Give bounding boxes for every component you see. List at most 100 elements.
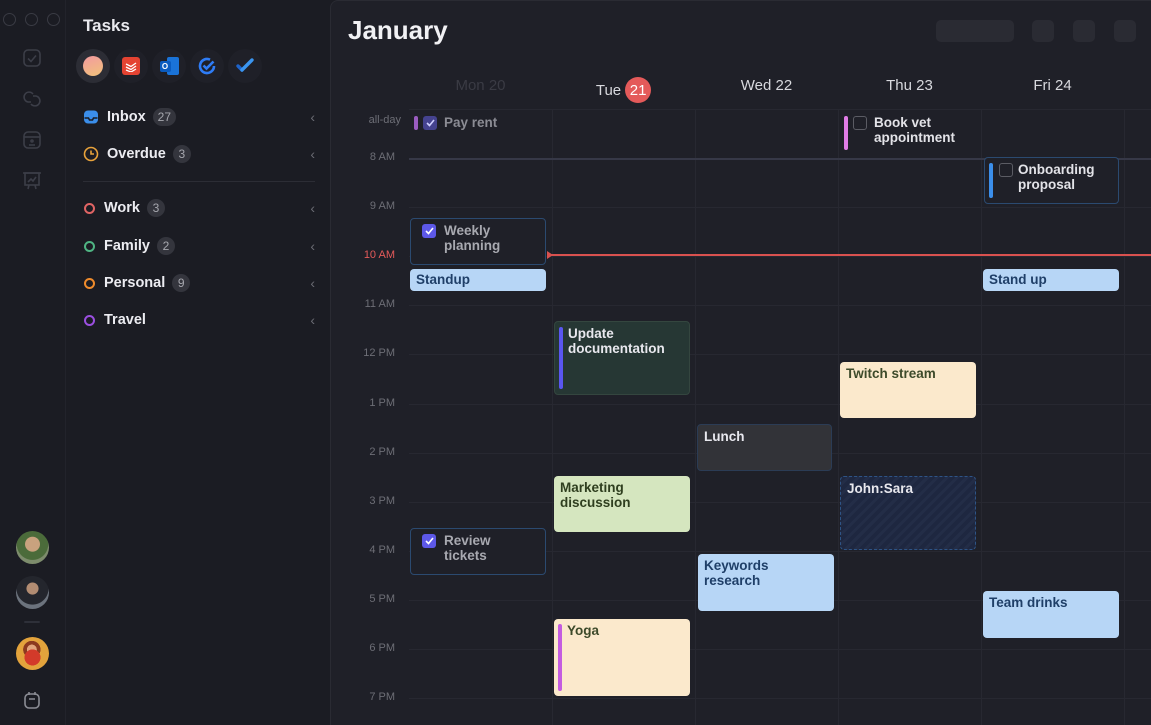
- color-bar: [414, 116, 418, 130]
- presentation-chart-icon[interactable]: [21, 170, 43, 192]
- day-header-fri[interactable]: Fri 24: [981, 77, 1124, 94]
- day-header-mon[interactable]: Mon 20: [409, 77, 552, 94]
- chevron-left-icon[interactable]: ‹: [310, 238, 315, 254]
- checked-checkbox-icon[interactable]: [422, 534, 436, 548]
- window-close-button[interactable]: [3, 13, 16, 26]
- sidebar-divider: [83, 181, 315, 182]
- project-color-ring-icon: [84, 202, 95, 214]
- hour-gridline: [409, 502, 1151, 503]
- event-marketing-discussion[interactable]: Marketing discussion: [554, 476, 690, 532]
- event-title: Book vet appointment: [874, 115, 955, 145]
- task-weekly-planning[interactable]: Weekly planning: [410, 218, 546, 265]
- tasks-sidebar: Tasks O Inbox 27 ‹ Overdue 3 ‹ Work 3 ‹ …: [66, 0, 330, 725]
- personal-source-button[interactable]: [76, 49, 110, 83]
- event-standup[interactable]: Standup: [410, 269, 546, 291]
- checked-checkbox-icon[interactable]: [423, 116, 437, 130]
- hour-label: 6 PM: [369, 642, 395, 654]
- day-header-tue[interactable]: Tue 21: [552, 77, 695, 103]
- unchecked-checkbox-icon[interactable]: [853, 116, 867, 130]
- toolbar-button-2[interactable]: [1073, 20, 1095, 42]
- avatar-user-1[interactable]: [16, 531, 49, 564]
- link-icon[interactable]: [21, 88, 43, 110]
- event-update-documentation[interactable]: Update documentation: [554, 321, 690, 395]
- ms-todo-icon: [236, 58, 254, 72]
- hour-gridline: [409, 207, 1151, 208]
- project-item-family[interactable]: Family 2 ‹: [83, 234, 315, 258]
- day-label: Mon 20: [455, 77, 506, 94]
- list-label: Overdue: [107, 146, 166, 162]
- day-header-thu[interactable]: Thu 23: [838, 77, 981, 94]
- contact-card-icon[interactable]: [21, 129, 43, 151]
- event-title: Onboarding proposal: [1018, 162, 1095, 192]
- chevron-left-icon[interactable]: ‹: [310, 312, 315, 328]
- all-day-divider: [409, 109, 1151, 110]
- color-bar: [558, 624, 562, 691]
- hour-label: 7 PM: [369, 691, 395, 703]
- all-day-task-book-vet[interactable]: Book vet appointment: [841, 113, 981, 151]
- list-item-inbox[interactable]: Inbox 27 ‹: [83, 105, 315, 129]
- gradient-circle-icon: [83, 56, 103, 76]
- project-label: Family: [104, 238, 150, 254]
- event-title: Pay rent: [444, 115, 498, 130]
- event-keywords-research[interactable]: Keywords research: [698, 554, 834, 611]
- hour-label: 10 AM: [363, 249, 395, 261]
- event-title: Twitch stream: [846, 366, 936, 381]
- event-twitch-stream[interactable]: Twitch stream: [840, 362, 976, 418]
- calendar-icon[interactable]: [21, 689, 43, 711]
- tasks-checkbox-icon[interactable]: [21, 47, 43, 69]
- project-item-travel[interactable]: Travel ‹: [83, 308, 315, 332]
- project-item-work[interactable]: Work 3 ‹: [83, 196, 315, 220]
- app-window: Tasks O Inbox 27 ‹ Overdue 3 ‹ Work 3 ‹ …: [0, 0, 1151, 725]
- window-minimize-button[interactable]: [25, 13, 38, 26]
- event-lunch[interactable]: Lunch: [697, 424, 832, 471]
- project-label: Work: [104, 200, 140, 216]
- chevron-left-icon[interactable]: ‹: [310, 109, 315, 125]
- chevron-left-icon[interactable]: ‹: [310, 275, 315, 291]
- event-title: Lunch: [704, 429, 745, 444]
- current-time-line: [551, 254, 1151, 256]
- hour-gridline: [409, 354, 1151, 355]
- inbox-icon: [84, 110, 98, 124]
- event-team-drinks[interactable]: Team drinks: [983, 591, 1119, 638]
- avatar-current-user[interactable]: [16, 637, 49, 670]
- ticktick-icon: [198, 57, 216, 75]
- list-item-overdue[interactable]: Overdue 3 ‹: [83, 142, 315, 166]
- column-divider: [981, 109, 982, 725]
- task-review-tickets[interactable]: Review tickets: [410, 528, 546, 575]
- avatar-user-2[interactable]: [16, 576, 49, 609]
- event-yoga[interactable]: Yoga: [554, 619, 690, 696]
- day-header-wed[interactable]: Wed 22: [695, 77, 838, 94]
- hour-label: 3 PM: [369, 495, 395, 507]
- hour-label: 5 PM: [369, 593, 395, 605]
- project-item-personal[interactable]: Personal 9 ‹: [83, 271, 315, 295]
- outlook-source-button[interactable]: O: [152, 49, 186, 83]
- hour-label: 12 PM: [363, 347, 395, 359]
- ticktick-source-button[interactable]: [190, 49, 224, 83]
- color-bar: [844, 116, 848, 150]
- toolbar-button-3[interactable]: [1114, 20, 1136, 42]
- microsoft-todo-source-button[interactable]: [228, 49, 262, 83]
- color-bar: [559, 327, 563, 389]
- toolbar-placeholder-button[interactable]: [936, 20, 1014, 42]
- todoist-source-button[interactable]: [114, 49, 148, 83]
- task-onboarding-proposal[interactable]: Onboarding proposal: [984, 157, 1119, 204]
- event-title: Yoga: [567, 623, 600, 638]
- rail-divider: [24, 621, 40, 623]
- today-badge: 21: [625, 77, 652, 103]
- toolbar-button-1[interactable]: [1032, 20, 1054, 42]
- event-title: John:Sara: [847, 481, 914, 496]
- unchecked-checkbox-icon[interactable]: [999, 163, 1013, 177]
- all-day-task-pay-rent[interactable]: Pay rent: [411, 113, 551, 133]
- chevron-left-icon[interactable]: ‹: [310, 200, 315, 216]
- chevron-left-icon[interactable]: ‹: [310, 146, 315, 162]
- window-zoom-button[interactable]: [47, 13, 60, 26]
- month-title: January: [348, 15, 448, 45]
- day-label: Tue: [595, 81, 622, 99]
- hour-label: 2 PM: [369, 446, 395, 458]
- event-stand-up[interactable]: Stand up: [983, 269, 1119, 291]
- checked-checkbox-icon[interactable]: [422, 224, 436, 238]
- event-john-sara-tentative[interactable]: John:Sara: [840, 476, 976, 550]
- list-count-badge: 3: [172, 145, 191, 163]
- hour-gridline: [409, 698, 1151, 699]
- color-bar: [989, 163, 993, 198]
